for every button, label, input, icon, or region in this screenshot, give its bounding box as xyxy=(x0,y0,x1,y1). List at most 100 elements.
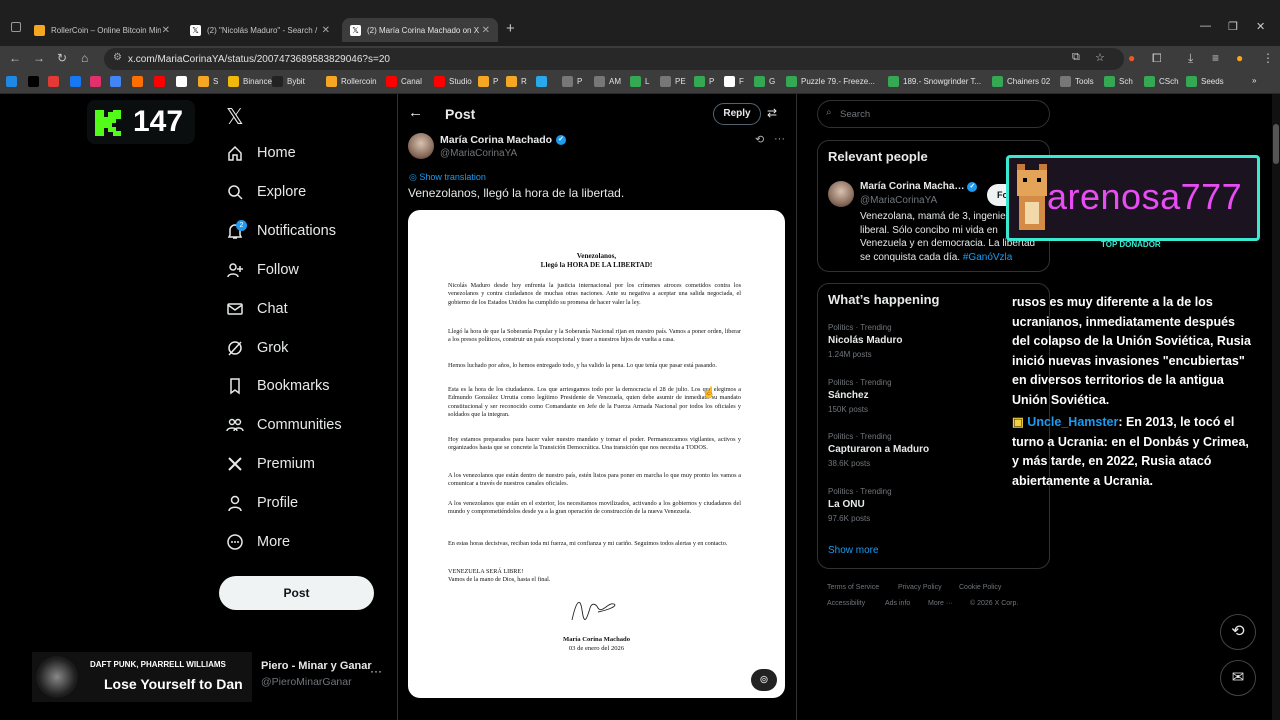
close-tab-icon[interactable]: ✕ xyxy=(482,25,490,36)
bookmark-item[interactable]: S xyxy=(198,76,218,87)
footer-link[interactable]: Cookie Policy xyxy=(959,584,1001,591)
bookmark-item[interactable]: Sch xyxy=(1104,76,1133,87)
bookmark-item[interactable] xyxy=(6,76,21,87)
footer-link[interactable]: Privacy Policy xyxy=(898,584,942,591)
account-name[interactable]: Piero - Minar y Ganar xyxy=(261,660,372,672)
bookmark-item[interactable]: Seeds xyxy=(1186,76,1224,87)
nav-item-more[interactable]: More xyxy=(226,533,290,551)
author-name[interactable]: María Corina Machado ✓ xyxy=(440,134,567,146)
footer-link[interactable]: Ads info xyxy=(885,600,910,607)
close-tab-icon[interactable]: ✕ xyxy=(322,25,330,36)
trend-item[interactable]: Politics · Trending La ONU 97.6K posts xyxy=(828,487,892,523)
footer-link[interactable]: Terms of Service xyxy=(827,584,879,591)
messages-float-icon[interactable]: ✉ xyxy=(1220,660,1256,696)
bookmark-item[interactable]: Chainers 02 xyxy=(992,76,1050,87)
author-avatar[interactable] xyxy=(408,133,434,159)
media-icon[interactable]: ≡ xyxy=(1212,51,1219,65)
account-more-icon[interactable]: ··· xyxy=(370,664,382,678)
person-name[interactable]: María Corina Macha… ✓ xyxy=(860,181,978,192)
bookmark-item[interactable] xyxy=(176,76,191,87)
bookmark-item[interactable]: L xyxy=(630,76,649,87)
x-logo-icon[interactable]: 𝕏 xyxy=(226,104,244,130)
nav-item-bookmarks[interactable]: Bookmarks xyxy=(226,377,330,395)
bookmark-item[interactable]: CSch xyxy=(1144,76,1179,87)
extension-fox-icon[interactable]: ● xyxy=(1128,51,1135,65)
extensions-icon[interactable]: ⧠ xyxy=(1152,51,1162,66)
nav-item-profile[interactable]: Profile xyxy=(226,494,298,512)
home-icon[interactable]: ⌂ xyxy=(81,51,88,65)
bookmark-item[interactable]: R xyxy=(506,76,527,87)
bookmark-item[interactable] xyxy=(154,76,169,87)
site-info-icon[interactable]: ⚙ xyxy=(113,52,122,63)
grok-icon[interactable]: ⟲ xyxy=(755,133,764,146)
maximize-icon[interactable]: ❐ xyxy=(1228,20,1238,33)
bookmark-item[interactable] xyxy=(28,76,43,87)
post-button[interactable]: Post xyxy=(219,576,374,610)
scrollbar[interactable] xyxy=(1272,94,1280,720)
show-translation-link[interactable]: ◎ Show translation xyxy=(409,172,486,183)
bookmark-item[interactable]: Rollercoin xyxy=(326,76,377,87)
bookmarks-overflow-icon[interactable]: » xyxy=(1252,76,1256,85)
bookmark-item[interactable]: PE xyxy=(660,76,686,87)
nav-item-premium[interactable]: Premium xyxy=(226,455,315,473)
bookmark-item[interactable]: Bybit xyxy=(272,76,305,87)
profile-icon[interactable]: ● xyxy=(1236,51,1243,65)
browser-tab[interactable]: 𝕏 (2) "Nicolás Maduro" - Search / ✕ xyxy=(182,18,338,42)
nav-item-grok[interactable]: Grok xyxy=(226,339,288,357)
nav-item-home[interactable]: Home xyxy=(226,144,296,162)
bookmark-item[interactable]: Canal xyxy=(386,76,422,87)
bookmark-item[interactable]: Puzzle 79.- Freeze... xyxy=(786,76,875,87)
minimize-icon[interactable]: — xyxy=(1200,20,1211,32)
close-window-icon[interactable]: ✕ xyxy=(1256,20,1265,33)
bookmark-star-icon[interactable]: ☆ xyxy=(1095,51,1105,64)
bookmark-item[interactable] xyxy=(110,76,125,87)
bookmark-item[interactable] xyxy=(48,76,63,87)
reload-icon[interactable]: ↻ xyxy=(57,51,67,65)
nav-item-explore[interactable]: Explore xyxy=(226,183,306,201)
close-tab-icon[interactable]: ✕ xyxy=(162,25,170,36)
bookmark-item[interactable] xyxy=(536,76,551,87)
bookmark-item[interactable] xyxy=(70,76,85,87)
filter-icon[interactable]: ⇄ xyxy=(767,106,777,120)
bookmark-item[interactable]: Studio xyxy=(434,76,472,87)
download-icon[interactable]: ⤓ xyxy=(1188,51,1193,66)
browser-tab-active[interactable]: 𝕏 (2) María Corina Machado on X ✕ xyxy=(342,18,498,42)
menu-icon[interactable]: ⋮ xyxy=(1262,51,1274,65)
attached-document-image[interactable]: Venezolanos, Llegó la HORA DE LA LIBERTA… xyxy=(408,210,785,698)
bookmark-item[interactable]: F xyxy=(724,76,744,87)
back-icon[interactable]: ← xyxy=(9,51,21,65)
bookmark-item[interactable]: 189.- Snowgrinder T... xyxy=(888,76,981,87)
trend-item[interactable]: Politics · Trending Capturaron a Maduro 38… xyxy=(828,432,929,468)
bookmark-item[interactable]: AM xyxy=(594,76,621,87)
nav-item-chat[interactable]: Chat xyxy=(226,300,288,318)
trend-item[interactable]: Politics · Trending Sánchez 150K posts xyxy=(828,378,892,414)
grok-image-icon[interactable]: ⊚ xyxy=(751,669,777,691)
back-arrow-icon[interactable]: ← xyxy=(408,104,423,121)
browser-tab[interactable]: RollerCoin – Online Bitcoin Mini ✕ xyxy=(26,18,178,42)
forward-icon[interactable]: → xyxy=(33,51,45,65)
person-avatar[interactable] xyxy=(828,181,854,207)
tab-search-icon[interactable] xyxy=(11,22,21,32)
nav-item-follow[interactable]: Follow xyxy=(226,261,299,279)
bookmark-item[interactable]: P xyxy=(478,76,498,87)
more-options-icon[interactable]: ··· xyxy=(774,133,785,145)
footer-link[interactable]: Accessibility xyxy=(827,600,865,607)
nav-item-communities[interactable]: Communities xyxy=(226,416,342,434)
trend-item[interactable]: Politics · Trending Nicolás Maduro 1.24M p… xyxy=(828,323,902,359)
bookmark-item[interactable] xyxy=(132,76,147,87)
bookmark-item[interactable]: Binance xyxy=(228,76,272,87)
bookmark-item[interactable]: G xyxy=(754,76,775,87)
url-input[interactable]: ⚙ x.com/MariaCorinaYA/status/20074736895… xyxy=(104,48,1124,70)
bio-hashtag-link[interactable]: #GanóVzla xyxy=(963,252,1012,263)
bookmark-item[interactable]: P xyxy=(694,76,714,87)
search-input[interactable]: ⌕ Search xyxy=(817,100,1050,128)
grok-float-icon[interactable]: ⟲ xyxy=(1220,614,1256,650)
reply-button[interactable]: Reply xyxy=(713,103,761,125)
install-icon[interactable]: ⧉ xyxy=(1072,51,1080,64)
footer-link[interactable]: More ··· xyxy=(928,600,953,607)
bookmark-item[interactable]: Tools xyxy=(1060,76,1094,87)
show-more-link[interactable]: Show more xyxy=(828,545,879,556)
bookmark-item[interactable] xyxy=(90,76,105,87)
bookmark-item[interactable]: P xyxy=(562,76,582,87)
new-tab-icon[interactable]: + xyxy=(506,20,515,37)
